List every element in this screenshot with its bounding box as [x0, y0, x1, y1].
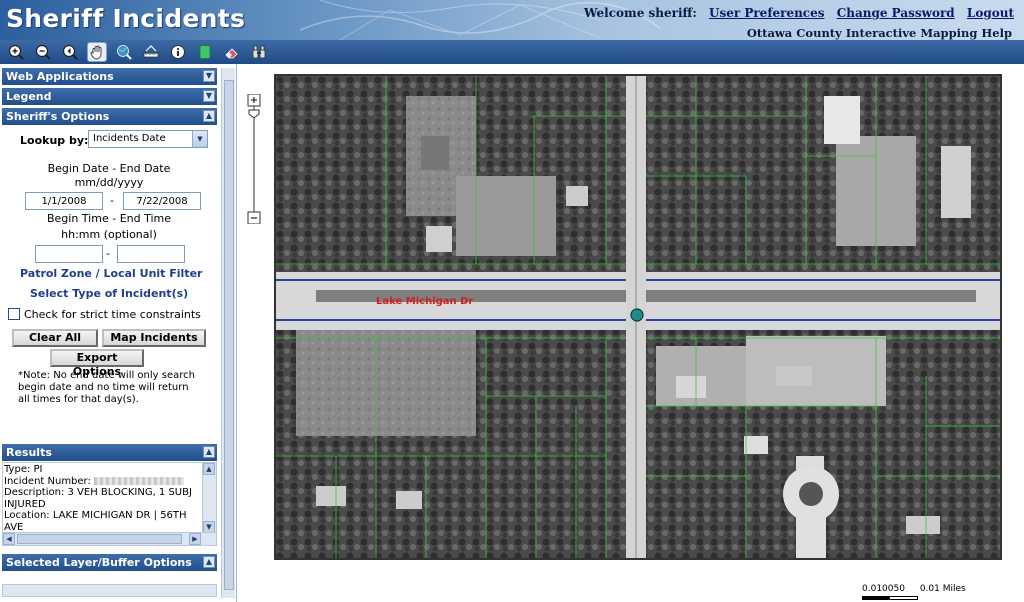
user-links: Welcome sheriff: User Preferences Change… [576, 6, 1014, 20]
result-item: Type: PI Incident Number: Description: 3… [4, 464, 202, 533]
help-link[interactable]: Ottawa County Interactive Mapping Help [747, 26, 1012, 40]
scroll-thumb[interactable] [224, 80, 234, 590]
results-list[interactable]: Type: PI Incident Number: Description: 3… [2, 462, 217, 546]
left-panel-scrollbar[interactable] [221, 68, 235, 598]
selected-layer-label: Selected Layer/Buffer Options [6, 556, 192, 569]
result-incident-number: Incident Number: [4, 476, 202, 488]
binoculars-icon[interactable] [249, 42, 269, 62]
logout-link[interactable]: Logout [967, 6, 1014, 20]
app-window: Sheriff Incidents Welcome sheriff: User … [0, 0, 1024, 602]
map-canvas[interactable]: Lake Michigan Dr [274, 74, 1002, 560]
lookup-select[interactable]: Incidents Date ▼ [88, 130, 208, 148]
welcome-text: Welcome sheriff: [584, 6, 697, 20]
results-horizontal-scrollbar[interactable]: ◀ ▶ [3, 532, 216, 545]
scroll-up-icon[interactable]: ▲ [203, 463, 215, 475]
collapse-icon[interactable]: ▲ [203, 110, 215, 122]
lookup-label: Lookup by: [20, 134, 89, 147]
change-password-link[interactable]: Change Password [837, 6, 955, 20]
redacted-value [94, 476, 185, 485]
identify-globe-icon[interactable] [114, 42, 134, 62]
zoom-out-icon[interactable] [33, 42, 53, 62]
result-incident-number-label: Incident Number: [4, 475, 91, 487]
incident-marker[interactable] [630, 308, 644, 322]
lookup-select-value: Incidents Date [93, 133, 166, 144]
web-applications-label: Web Applications [6, 70, 114, 83]
strict-time-label: Check for strict time constraints [24, 308, 201, 321]
selected-layer-header[interactable]: Selected Layer/Buffer Options ▲ [2, 554, 217, 571]
result-location: Location: LAKE MICHIGAN DR | 56TH AVE [4, 510, 187, 533]
date-range-label: Begin Date - End Date [47, 162, 171, 175]
legend-header[interactable]: Legend ▼ [2, 88, 217, 105]
result-type: Type: PI [4, 464, 43, 475]
sheriffs-options-header[interactable]: Sheriff's Options ▲ [2, 108, 217, 125]
measure-icon[interactable] [141, 42, 161, 62]
results-label: Results [6, 446, 52, 459]
time-format-label: hh:mm (optional) [61, 228, 157, 241]
map-incidents-button[interactable]: Map Incidents [102, 329, 206, 347]
expand-icon[interactable]: ▼ [203, 70, 215, 82]
select-icon[interactable] [195, 42, 215, 62]
patrol-zone-link[interactable]: Patrol Zone / Local Unit Filter [20, 267, 202, 280]
results-header[interactable]: Results ▲ [2, 444, 217, 461]
web-applications-header[interactable]: Web Applications ▼ [2, 68, 217, 85]
bottom-horizontal-scrollbar[interactable] [2, 584, 217, 597]
user-preferences-link[interactable]: User Preferences [709, 6, 825, 20]
note-text: *Note: No end date will only search begi… [18, 370, 195, 405]
zoom-slider[interactable] [247, 94, 261, 224]
results-vertical-scrollbar[interactable]: ▲ ▼ [202, 463, 216, 533]
date-format-label: mm/dd/yyyy [74, 176, 144, 189]
back-icon[interactable] [60, 42, 80, 62]
zoom-in-icon[interactable] [6, 42, 26, 62]
info-icon[interactable] [168, 42, 188, 62]
time-dash: - [106, 247, 110, 260]
result-description: Description: 3 VEH BLOCKING, 1 SUBJ INJU… [4, 487, 192, 510]
date-dash: - [110, 194, 114, 207]
header-bar: Sheriff Incidents Welcome sheriff: User … [0, 0, 1024, 40]
select-incident-type-link[interactable]: Select Type of Incident(s) [30, 287, 188, 300]
expand-icon[interactable]: ▼ [203, 90, 215, 102]
end-time-input[interactable] [117, 245, 185, 263]
map-toolbar [0, 40, 1024, 64]
end-date-input[interactable] [123, 192, 201, 210]
street-label: Lake Michigan Dr [376, 296, 473, 307]
begin-time-input[interactable] [35, 245, 103, 263]
map-area: Lake Michigan Dr 0.010050 0.01 Miles [238, 64, 1024, 602]
time-range-label: Begin Time - End Time [46, 212, 172, 225]
chevron-down-icon[interactable]: ▼ [192, 131, 207, 147]
eraser-icon[interactable] [222, 42, 242, 62]
scale-left-label: 0.010050 [862, 584, 905, 594]
clear-all-button[interactable]: Clear All [12, 329, 98, 347]
export-options-button[interactable]: Export Options [50, 349, 144, 378]
scroll-left-icon[interactable]: ◀ [3, 533, 15, 545]
begin-date-input[interactable] [25, 192, 103, 210]
left-panel: Web Applications ▼ Legend ▼ Sheriff's Op… [0, 64, 237, 602]
scroll-thumb[interactable] [17, 534, 182, 544]
aerial-map[interactable]: Lake Michigan Dr [276, 76, 1002, 560]
strict-time-checkbox[interactable] [8, 308, 20, 320]
collapse-icon[interactable]: ▲ [203, 556, 215, 568]
legend-label: Legend [6, 90, 52, 103]
collapse-icon[interactable]: ▲ [203, 446, 215, 458]
pan-hand-icon[interactable] [87, 42, 107, 62]
scale-graphic [862, 596, 918, 600]
scroll-right-icon[interactable]: ▶ [189, 533, 201, 545]
scale-bar: 0.010050 0.01 Miles [862, 584, 966, 600]
sheriffs-options-label: Sheriff's Options [6, 110, 110, 123]
scale-right-label: 0.01 Miles [919, 584, 966, 594]
app-title: Sheriff Incidents [6, 4, 246, 33]
